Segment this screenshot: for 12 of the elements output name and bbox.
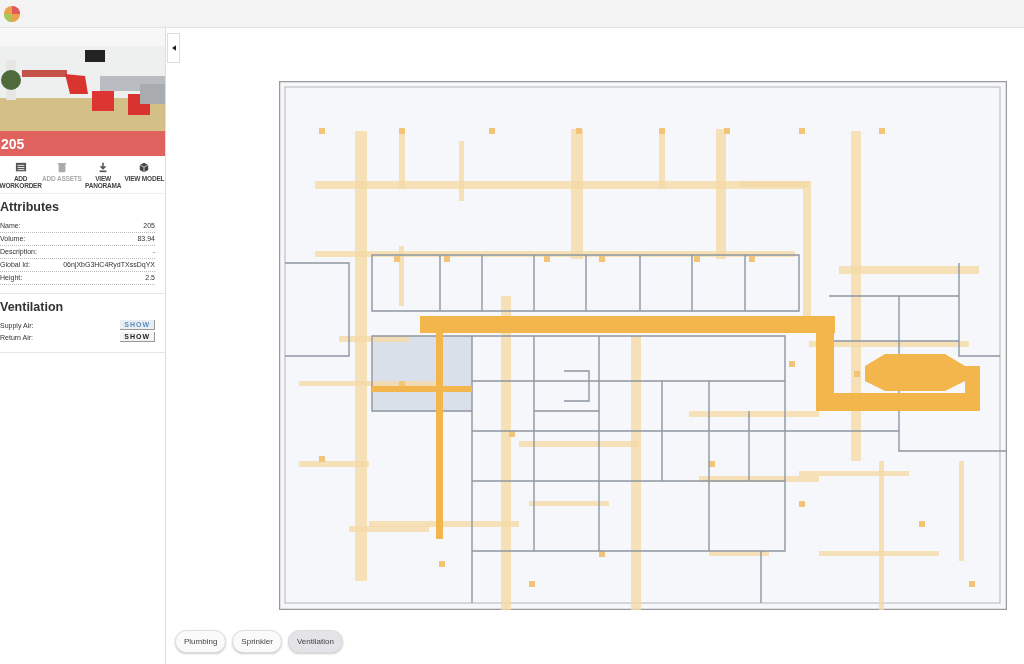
room-number: 205 — [1, 135, 25, 152]
list-icon — [14, 162, 27, 173]
layer-tab[interactable]: Ventilation — [287, 630, 343, 653]
caret-icon — [171, 45, 176, 51]
section-title: Attributes — [0, 200, 61, 214]
layer-tab[interactable]: Sprinkler — [232, 630, 282, 653]
layer-tab[interactable]: Plumbing — [175, 630, 227, 653]
section-title: Ventilation — [0, 300, 65, 314]
cube-icon — [138, 162, 151, 173]
collapse-button[interactable] — [167, 33, 180, 63]
logo-icon[interactable] — [3, 4, 21, 23]
bin-icon — [55, 162, 68, 173]
